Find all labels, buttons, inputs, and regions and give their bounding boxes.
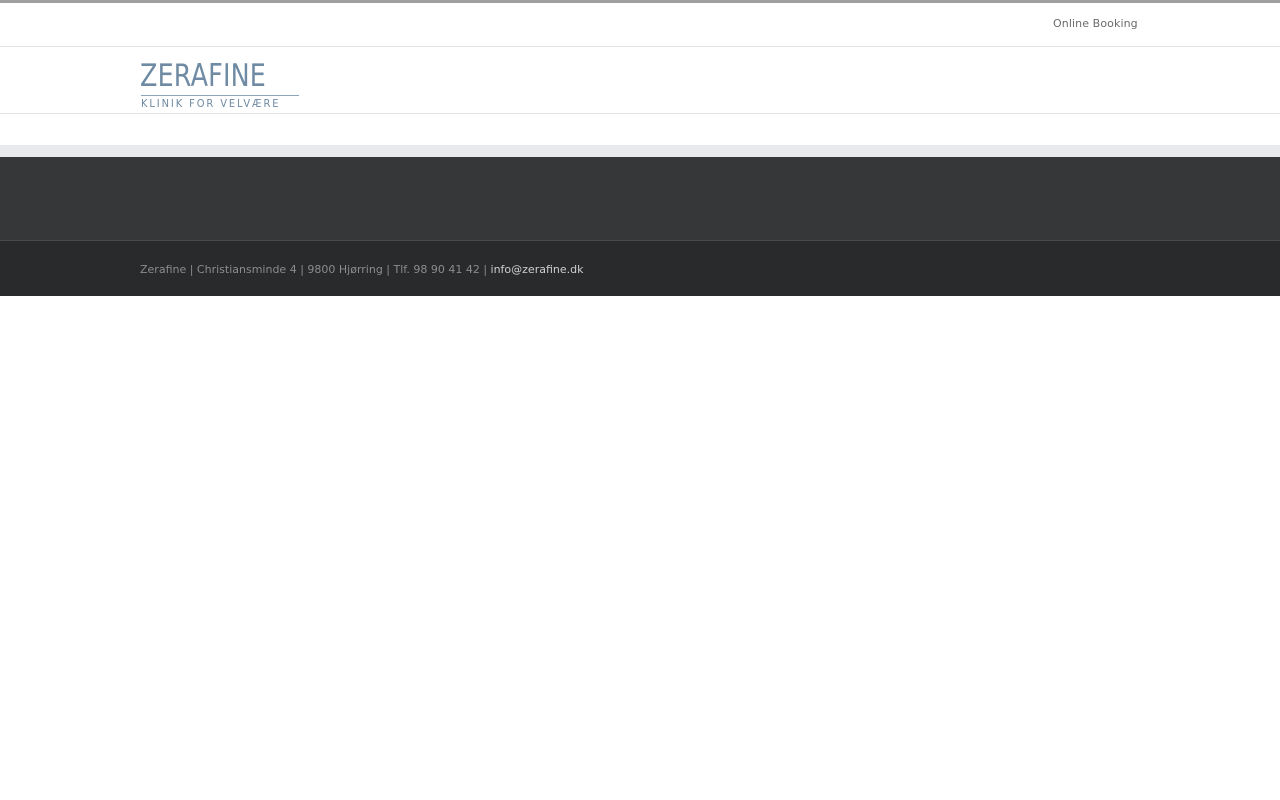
content-separator — [0, 145, 1280, 157]
site-header: ZERAFINE KLINIK FOR VELVÆRE — [0, 47, 1280, 114]
copyright-bar: Zerafine | Christiansminde 4 | 9800 Hjør… — [0, 241, 1280, 296]
logo-divider — [141, 95, 299, 96]
footer-widgets-area — [0, 157, 1280, 241]
online-booking-link[interactable]: Online Booking — [1053, 17, 1138, 30]
logo-name: ZERAFINE — [140, 58, 267, 94]
site-logo[interactable]: ZERAFINE KLINIK FOR VELVÆRE — [140, 60, 302, 112]
email-link[interactable]: info@zerafine.dk — [491, 263, 584, 276]
logo-tagline: KLINIK FOR VELVÆRE — [141, 97, 281, 110]
top-bar: Online Booking — [0, 0, 1280, 47]
copyright-text: Zerafine | Christiansminde 4 | 9800 Hjør… — [140, 263, 583, 277]
address-text: Zerafine | Christiansminde 4 | 9800 Hjør… — [140, 263, 491, 276]
